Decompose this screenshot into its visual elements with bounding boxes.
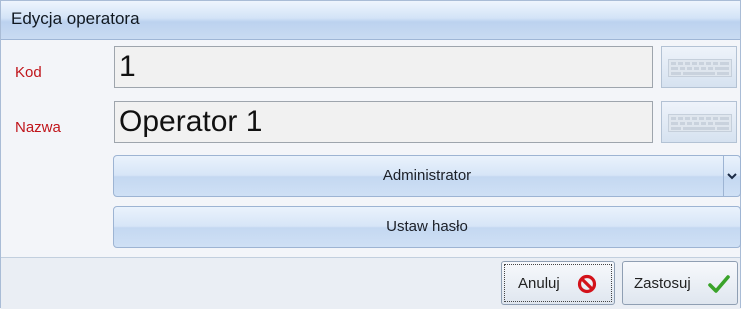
apply-button[interactable]: Zastosuj <box>622 261 738 305</box>
chevron-down-icon[interactable] <box>723 156 740 196</box>
cancel-button[interactable]: Anuluj <box>501 261 615 305</box>
window-title: Edycja operatora <box>11 9 140 28</box>
title-bar: Edycja operatora <box>1 1 740 40</box>
role-select[interactable]: Administrator <box>113 155 741 197</box>
cancel-button-label: Anuluj <box>518 275 560 292</box>
code-keyboard-button[interactable] <box>661 46 737 88</box>
role-select-value: Administrator <box>382 167 472 184</box>
set-password-button[interactable]: Ustaw hasło <box>113 206 741 248</box>
code-label: Kod <box>15 64 42 81</box>
checkmark-icon <box>708 275 730 293</box>
keyboard-icon <box>668 59 732 77</box>
apply-button-label: Zastosuj <box>634 275 691 292</box>
code-input[interactable]: 1 <box>114 46 653 88</box>
keyboard-icon <box>668 114 732 132</box>
prohibited-icon <box>577 274 597 294</box>
name-label: Nazwa <box>15 119 61 136</box>
name-input[interactable]: Operator 1 <box>114 101 653 143</box>
name-keyboard-button[interactable] <box>661 101 737 143</box>
dialog-footer: Anuluj Zastosuj <box>1 257 740 309</box>
operator-edit-dialog: Edycja operatora Kod 1 Nazwa Operator 1 … <box>0 0 741 309</box>
